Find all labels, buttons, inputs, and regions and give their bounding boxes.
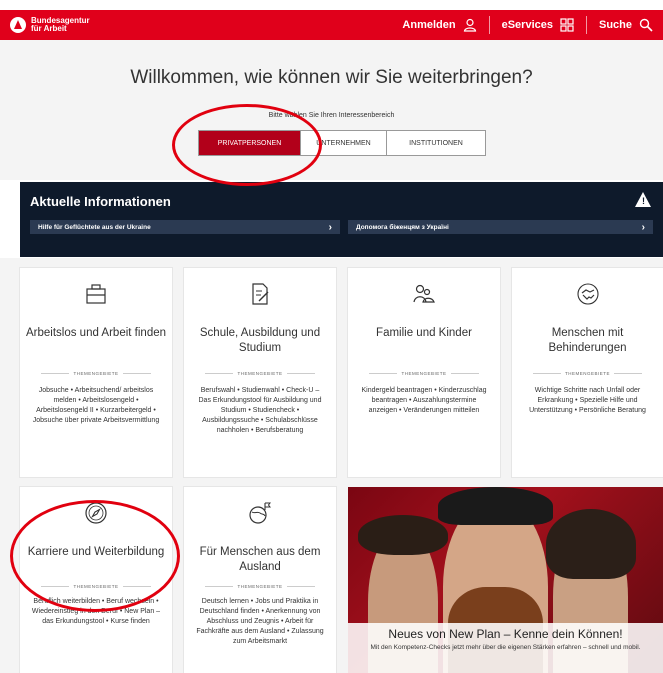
card-topics: Berufswahl • Studienwahl • Check-U – Das… <box>198 387 322 434</box>
logo-mark-icon <box>10 17 26 33</box>
globe-flag-icon <box>249 502 271 524</box>
search-button[interactable]: Suche <box>587 16 663 34</box>
document-pen-icon <box>252 283 269 305</box>
eservices-button[interactable]: eServices <box>490 16 587 34</box>
card-title: Arbeitslos und Arbeit finden <box>26 327 167 339</box>
grid-icon <box>560 18 574 32</box>
promo-title: Neues von New Plan – Kenne dein Können! <box>388 627 623 641</box>
highlight-ring-karriere <box>10 500 180 612</box>
search-label: Suche <box>598 19 632 31</box>
card-behinderungen[interactable]: Menschen mit Behinderungen THEMENGEBIETE… <box>512 268 663 477</box>
handshake-icon <box>576 283 599 305</box>
promo-cap-center <box>438 487 553 525</box>
card-arbeitslos[interactable]: Arbeitslos und Arbeit finden THEMENGEBIE… <box>20 268 172 477</box>
promo-hair-left <box>358 515 448 555</box>
card-title: Familie und Kinder <box>376 327 472 339</box>
card-theme-label: THEMENGEBIETE <box>348 371 500 376</box>
chevron-right-icon: › <box>641 221 645 233</box>
current-information-panel: Aktuelle Informationen ! Hilfe für Geflü… <box>20 182 663 257</box>
promo-hair-right <box>546 509 636 579</box>
card-schule[interactable]: Schule, Ausbildung und Studium THEMENGEB… <box>184 268 336 477</box>
promo-text: Mit den Kompetenz-Checks jetzt mehr über… <box>370 644 641 651</box>
login-label: Anmelden <box>402 19 456 31</box>
chevron-right-icon: › <box>328 221 332 233</box>
card-theme-label: THEMENGEBIETE <box>184 584 336 589</box>
site-header: Bundesagentur für Arbeit Anmelden eServi… <box>0 10 663 40</box>
promo-caption: Neues von New Plan – Kenne dein Können! … <box>348 623 663 673</box>
highlight-ring-tabs <box>172 104 322 186</box>
login-button[interactable]: Anmelden <box>390 16 490 34</box>
card-topics: Jobsuche • Arbeitsuchend/ arbeitslos mel… <box>32 387 160 424</box>
card-theme-label: THEMENGEBIETE <box>20 371 172 376</box>
ukraine-help-label-ukrainian: Допомога біженцям з Україні <box>356 223 449 231</box>
card-topics: Deutsch lernen • Jobs und Praktika in De… <box>196 598 324 645</box>
welcome-hero: Willkommen, wie können wir Sie weiterbri… <box>0 40 663 180</box>
card-title: Schule, Ausbildung und Studium <box>199 327 321 354</box>
card-title: Für Menschen aus dem Ausland <box>199 546 321 573</box>
current-information-title: Aktuelle Informationen <box>30 194 171 209</box>
logo[interactable]: Bundesagentur für Arbeit <box>10 17 90 33</box>
eservices-label: eServices <box>501 19 553 31</box>
card-ausland[interactable]: Für Menschen aus dem Ausland THEMENGEBIE… <box>184 487 336 673</box>
interest-prompt: Bitte wählen Sie Ihren Interessenbereich <box>268 112 395 119</box>
header-nav: Anmelden eServices Suche <box>390 10 663 40</box>
new-plan-promo[interactable]: Neues von New Plan – Kenne dein Können! … <box>348 487 663 673</box>
search-icon <box>639 18 653 32</box>
top-strip <box>0 0 663 10</box>
card-topics: Kindergeld beantragen • Kinderzuschlag b… <box>361 387 487 414</box>
family-icon <box>413 284 435 303</box>
card-familie[interactable]: Familie und Kinder THEMENGEBIETE Kinderg… <box>348 268 500 477</box>
ukraine-help-link-ukrainian[interactable]: Допомога біженцям з Україні › <box>348 220 653 234</box>
page-title: Willkommen, wie können wir Sie weiterbri… <box>130 67 533 88</box>
tab-institutionen[interactable]: INSTITUTIONEN <box>387 131 485 155</box>
user-icon <box>463 18 476 32</box>
card-topics: Wichtige Schritte nach Unfall oder Erkra… <box>529 387 646 414</box>
briefcase-icon <box>86 284 106 304</box>
ukraine-help-link[interactable]: Hilfe für Geflüchtete aus der Ukraine › <box>30 220 340 234</box>
ukraine-help-label: Hilfe für Geflüchtete aus der Ukraine <box>38 223 151 231</box>
logo-line-2: für Arbeit <box>31 24 67 33</box>
card-title: Menschen mit Behinderungen <box>548 327 627 354</box>
card-theme-label: THEMENGEBIETE <box>184 371 336 376</box>
card-theme-label: THEMENGEBIETE <box>512 371 663 376</box>
